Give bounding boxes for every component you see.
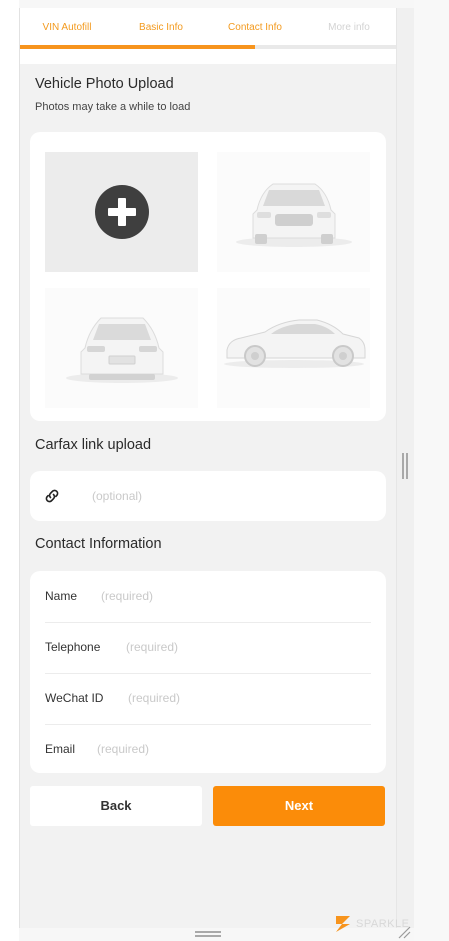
contact-card: Name (required) Telephone (required) WeC… — [30, 571, 386, 773]
carfax-section-title: Carfax link upload — [35, 437, 152, 453]
car-front-silhouette — [236, 183, 352, 247]
add-photo-button[interactable] — [45, 152, 198, 272]
resize-grip-icon[interactable] — [396, 925, 412, 939]
photo-slot-rear[interactable] — [45, 288, 198, 408]
carfax-link-input[interactable]: (optional) — [92, 489, 142, 503]
back-button[interactable]: Back — [30, 786, 202, 826]
car-side-silhouette — [224, 319, 366, 368]
wechat-input[interactable]: (required) — [128, 691, 180, 705]
carfax-card: (optional) — [30, 471, 386, 521]
wechat-field[interactable]: WeChat ID (required) — [45, 673, 371, 725]
photo-section-subtitle: Photos may take a while to load — [35, 101, 191, 113]
car-rear-silhouette — [66, 317, 178, 383]
page-gutter-right — [414, 0, 449, 941]
brand-logo-icon — [336, 916, 350, 932]
email-input[interactable]: (required) — [97, 742, 149, 756]
horizontal-resize-handle[interactable] — [195, 931, 221, 937]
wechat-label: WeChat ID — [45, 691, 104, 705]
telephone-input[interactable]: (required) — [126, 640, 178, 654]
tab-more-info[interactable]: More info — [302, 8, 396, 48]
telephone-label: Telephone — [45, 640, 101, 654]
progress-bar-fill — [20, 45, 255, 49]
photo-slot-front[interactable] — [217, 152, 370, 272]
photo-slot-side[interactable] — [217, 288, 370, 408]
page-gutter-left — [0, 0, 19, 941]
tab-basic-info[interactable]: Basic Info — [114, 8, 208, 48]
name-field[interactable]: Name (required) — [45, 571, 371, 623]
next-button[interactable]: Next — [213, 786, 385, 826]
email-field[interactable]: Email (required) — [45, 724, 371, 775]
vertical-resize-handle[interactable] — [402, 453, 408, 479]
step-tabs: VIN Autofill Basic Info Contact Info Mor… — [20, 8, 396, 64]
contact-section-title: Contact Information — [35, 536, 162, 552]
brand-watermark: SPARKLE — [334, 914, 449, 936]
tab-contact-info[interactable]: Contact Info — [208, 8, 302, 48]
photo-section-title: Vehicle Photo Upload — [35, 76, 174, 92]
form-panel: VIN Autofill Basic Info Contact Info Mor… — [19, 8, 397, 928]
add-photo-icon — [95, 185, 149, 239]
link-icon — [45, 489, 59, 503]
name-input[interactable]: (required) — [101, 589, 153, 603]
email-label: Email — [45, 742, 76, 756]
name-label: Name — [45, 589, 78, 603]
telephone-field[interactable]: Telephone (required) — [45, 622, 371, 674]
photo-upload-card — [30, 132, 386, 421]
tab-vin-autofill[interactable]: VIN Autofill — [20, 8, 114, 48]
progress-track — [20, 45, 396, 49]
